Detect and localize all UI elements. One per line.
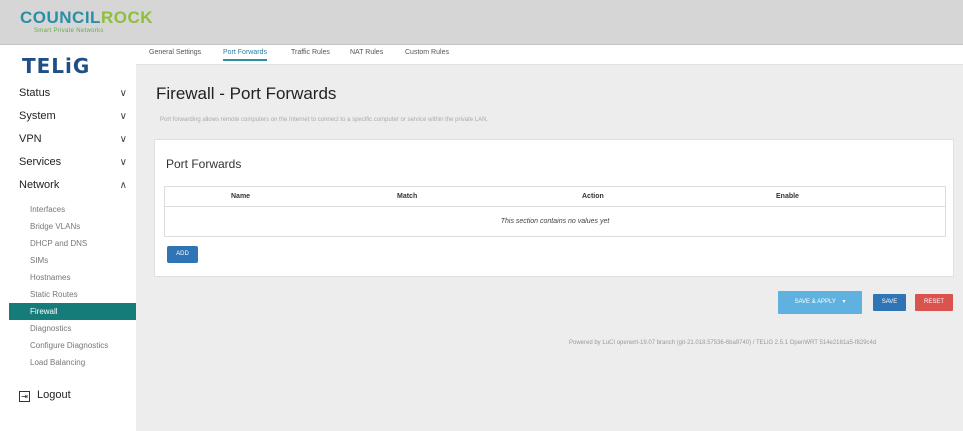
reset-button[interactable]: RESET: [915, 294, 953, 311]
sidebar-item-load-balancing[interactable]: Load Balancing: [9, 354, 136, 371]
dropdown-caret-icon: ▾: [842, 299, 846, 305]
sidebar-item-system[interactable]: System ∨: [9, 105, 136, 128]
column-header-match: Match: [397, 193, 418, 200]
sidebar-item-dhcp-dns[interactable]: DHCP and DNS: [9, 235, 136, 252]
page-description: Port forwarding allows remote computers …: [160, 117, 489, 123]
sidebar-item-configure-diagnostics[interactable]: Configure Diagnostics: [9, 337, 136, 354]
sidebar-item-label: System: [19, 110, 56, 122]
sidebar-menu: Status ∨ System ∨ VPN ∨ Services ∨ Netwo…: [9, 82, 136, 371]
port-forwards-table: Name Match Action Enable This section co…: [164, 186, 946, 237]
port-forwards-panel: Port Forwards Name Match Action Enable T…: [154, 139, 954, 277]
sidebar: TELiG Status ∨ System ∨ VPN ∨ Services ∨…: [9, 46, 136, 431]
brand-tagline: Smart Private Networks: [34, 28, 104, 34]
sidebar-item-label: Services: [19, 156, 62, 168]
main-content: General Settings Port Forwards Traffic R…: [136, 46, 963, 431]
chevron-down-icon: ∨: [119, 111, 127, 122]
sidebar-item-hostnames[interactable]: Hostnames: [9, 269, 136, 286]
sidebar-item-bridge-vlans[interactable]: Bridge VLANs: [9, 218, 136, 235]
sidebar-item-status[interactable]: Status ∨: [9, 82, 136, 105]
add-button[interactable]: ADD: [167, 246, 198, 263]
brand-name: COUNCILROCK: [20, 8, 154, 27]
tab-general-settings[interactable]: General Settings: [149, 49, 201, 59]
column-header-action: Action: [582, 193, 604, 200]
sidebar-item-services[interactable]: Services ∨: [9, 151, 136, 174]
chevron-down-icon: ∨: [119, 134, 127, 145]
tab-port-forwards[interactable]: Port Forwards: [223, 49, 267, 61]
page-title: Firewall - Port Forwards: [156, 84, 337, 103]
save-apply-label: SAVE & APPLY: [794, 299, 836, 305]
councilrock-logo: COUNCILROCK Smart Private Networks: [20, 9, 153, 35]
tab-traffic-rules[interactable]: Traffic Rules: [291, 49, 330, 59]
column-header-name: Name: [231, 193, 251, 200]
tab-custom-rules[interactable]: Custom Rules: [405, 49, 449, 59]
table-header: Name Match Action Enable: [165, 187, 945, 207]
sidebar-item-firewall[interactable]: Firewall: [9, 303, 136, 320]
logout-link[interactable]: ⇥ Logout: [19, 389, 71, 402]
telig-logo: TELiG: [22, 54, 91, 78]
sidebar-item-vpn[interactable]: VPN ∨: [9, 128, 136, 151]
save-apply-button[interactable]: SAVE & APPLY ▾: [778, 291, 862, 314]
section-title: Port Forwards: [166, 157, 242, 171]
top-header: COUNCILROCK Smart Private Networks: [0, 0, 963, 45]
column-header-enable: Enable: [776, 193, 799, 200]
sidebar-item-label: Network: [19, 179, 60, 191]
chevron-down-icon: ∨: [119, 157, 127, 168]
sidebar-item-network[interactable]: Network ∧: [9, 174, 136, 197]
chevron-down-icon: ∨: [119, 88, 127, 99]
footer-text: Powered by LuCI openwrt-19.07 branch (gi…: [569, 340, 877, 346]
sidebar-item-label: VPN: [19, 133, 42, 145]
sidebar-item-sims[interactable]: SIMs: [9, 252, 136, 269]
tab-bar: General Settings Port Forwards Traffic R…: [136, 46, 963, 65]
logout-icon: ⇥: [19, 391, 30, 402]
tab-nat-rules[interactable]: NAT Rules: [350, 49, 383, 59]
logout-label: Logout: [37, 389, 71, 401]
sidebar-item-interfaces[interactable]: Interfaces: [9, 201, 136, 218]
empty-table-message: This section contains no values yet: [500, 218, 610, 225]
sidebar-item-static-routes[interactable]: Static Routes: [9, 286, 136, 303]
sidebar-item-diagnostics[interactable]: Diagnostics: [9, 320, 136, 337]
save-button[interactable]: SAVE: [873, 294, 906, 311]
chevron-up-icon: ∧: [119, 180, 127, 191]
sidebar-item-label: Status: [19, 87, 51, 99]
